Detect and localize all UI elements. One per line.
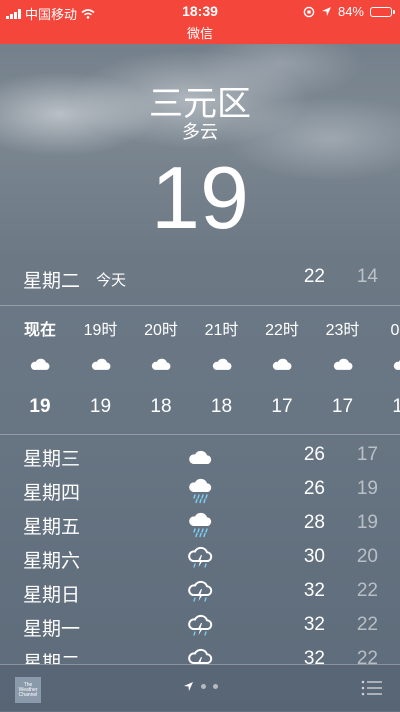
hour-temperature: 17 [271, 396, 293, 417]
hour-temperature: 18 [210, 396, 233, 417]
divider [0, 434, 400, 435]
day-name: 星期二 [23, 653, 81, 664]
cloud-icon [211, 356, 233, 372]
thunderstorm-icon [187, 614, 213, 640]
cloud-icon [187, 444, 213, 470]
day-low: 22 [356, 648, 378, 664]
cloud-icon [392, 356, 400, 372]
logo-text: Channel [18, 691, 38, 698]
day-low: 17 [356, 444, 378, 465]
day-low: 22 [356, 580, 378, 601]
daily-forecast[interactable]: 星期三 26 17 星期四 26 19 星期五 28 19 星期六 30 20 星期日 32 22 星期一 32… [0, 436, 400, 664]
orientation-lock-icon [303, 6, 315, 17]
day-name: 星期一 [23, 619, 81, 640]
hour-temperature: 18 [150, 396, 172, 417]
cloud-icon [90, 356, 112, 372]
day-name: 星期三 [23, 449, 81, 470]
page-dot[interactable] [200, 684, 206, 689]
location-arrow-icon [321, 7, 331, 16]
status-bar: 中国移动 18:39 微信 84% [0, 0, 400, 44]
daily-row: 星期日 32 22 [0, 572, 400, 606]
cloud-icon [150, 356, 172, 372]
battery-percent: 84% [337, 4, 364, 19]
weather-condition: 多云 [182, 122, 218, 142]
day-low: 22 [356, 614, 378, 635]
today-row: 星期二 今天 22 14 [0, 266, 400, 294]
day-low: 20 [356, 546, 378, 567]
today-day: 星期二 [23, 271, 81, 292]
hour-temperature: 19 [29, 396, 51, 417]
thunderstorm-icon [187, 648, 213, 664]
daily-row: 星期五 28 19 [0, 504, 400, 538]
day-low: 19 [356, 512, 378, 533]
daily-row: 星期二 32 22 [0, 640, 400, 664]
battery-icon [370, 6, 395, 17]
daily-row: 星期四 26 19 [0, 470, 400, 504]
rain-cloud-icon [187, 478, 213, 504]
hour-temperature: 19 [89, 396, 112, 417]
hour-label: 现在 [23, 322, 56, 339]
hour-label: 22时 [265, 322, 299, 339]
bottom-toolbar: The Weather Channel [0, 664, 400, 712]
thunderstorm-icon [187, 546, 213, 572]
hour-label: 0时 [390, 322, 400, 339]
daily-row: 星期六 30 20 [0, 538, 400, 572]
status-right: 84% [303, 4, 395, 19]
cloud-icon [271, 356, 293, 372]
day-high: 32 [303, 580, 325, 601]
hourly-forecast[interactable]: 现在 19 19时 19 20时 18 21时 18 22时 17 23时 17 0时 17 [0, 306, 400, 434]
day-high: 26 [303, 444, 325, 465]
hour-label: 21时 [204, 322, 239, 339]
page-dot[interactable] [212, 684, 218, 689]
daily-row: 星期一 32 22 [0, 606, 400, 640]
day-name: 星期六 [23, 551, 81, 572]
cloud-icon [29, 356, 51, 372]
day-name: 星期四 [23, 483, 81, 504]
day-high: 26 [303, 478, 325, 499]
day-low: 19 [356, 478, 378, 499]
daily-row: 星期三 26 17 [0, 436, 400, 470]
day-high: 30 [303, 546, 325, 567]
cloud-icon [332, 356, 354, 372]
day-name: 星期日 [23, 585, 81, 606]
today-label: 今天 [96, 272, 127, 289]
hour-temperature: 17 [392, 396, 400, 417]
hour-label: 19时 [83, 322, 118, 339]
return-to-app-link[interactable]: 微信 [0, 23, 400, 42]
hour-temperature: 17 [331, 396, 354, 417]
list-icon[interactable] [361, 680, 383, 696]
day-high: 32 [303, 614, 325, 635]
hour-label: 23时 [325, 322, 360, 339]
current-temperature: 19 [151, 148, 249, 247]
page-indicator [0, 681, 400, 692]
thunderstorm-icon [187, 580, 213, 606]
hour-label: 20时 [144, 322, 178, 339]
day-name: 星期五 [23, 517, 81, 538]
today-high: 22 [303, 266, 325, 287]
day-high: 28 [303, 512, 325, 533]
today-low: 14 [356, 266, 378, 287]
location-arrow-icon [183, 682, 193, 691]
rain-cloud-icon [187, 512, 213, 538]
day-high: 32 [303, 648, 325, 664]
